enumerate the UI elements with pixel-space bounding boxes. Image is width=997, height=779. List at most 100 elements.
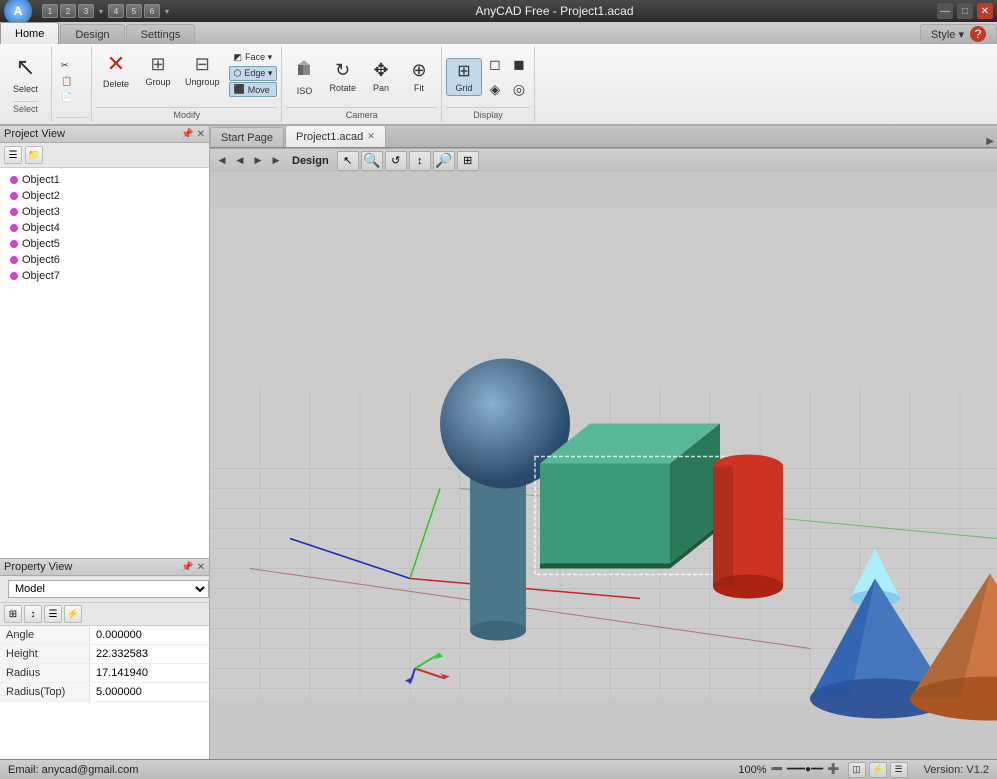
cut-icon: ✂ xyxy=(61,60,69,71)
object3-icon xyxy=(10,208,18,216)
tab-close-icon[interactable]: ✕ xyxy=(367,131,375,142)
prop-value-radius-top[interactable]: 5.000000 xyxy=(90,683,209,701)
project-view-title: Project View xyxy=(4,128,65,140)
prop-tool-4[interactable]: ⚡ xyxy=(64,605,82,623)
style-button[interactable]: Style ▾ ? xyxy=(920,24,997,44)
display-btn-4[interactable]: ◎ xyxy=(508,78,530,101)
property-view-controls: 📌 ✕ xyxy=(181,562,205,573)
object6-icon xyxy=(10,256,18,264)
tree-item-object2[interactable]: Object2 xyxy=(2,188,207,204)
select-button[interactable]: ↖ Select xyxy=(6,48,45,99)
maximize-button[interactable]: □ xyxy=(957,3,973,19)
clipboard-group: ✂ 📋 📄 xyxy=(52,46,92,122)
project-view-panel: Project View 📌 ✕ ☰ 📁 Object1 Object2 xyxy=(0,126,209,559)
tree-item-object3[interactable]: Object3 xyxy=(2,204,207,220)
qa-btn-1[interactable]: 1 xyxy=(42,4,58,18)
object4-icon xyxy=(10,224,18,232)
move-icon: ⬛ xyxy=(234,84,245,95)
project-view-header: Project View 📌 ✕ xyxy=(0,126,209,143)
tabs-scroll-right: ▶ xyxy=(983,136,997,147)
pan-button[interactable]: ✥ Pan xyxy=(363,57,399,96)
display-btn-3[interactable]: ◈ xyxy=(484,78,506,101)
modify-group-label: Modify xyxy=(96,107,277,120)
model-select[interactable]: Model xyxy=(8,580,209,598)
qa-btn-7[interactable]: 6 xyxy=(144,4,160,18)
property-toolbar: ⊞ ↕ ☰ ⚡ xyxy=(0,603,209,626)
group-icon: ⊞ xyxy=(150,54,165,75)
tab-home[interactable]: Home xyxy=(0,22,59,44)
tab-project1[interactable]: Project1.acad ✕ xyxy=(285,125,386,147)
rotate-icon: ↻ xyxy=(335,60,350,81)
paste-button[interactable]: 📄 xyxy=(56,90,77,105)
face-button[interactable]: ◩ Face ▾ xyxy=(229,50,278,65)
zoom-minus-btn[interactable]: ➖ xyxy=(771,764,783,775)
tab-settings[interactable]: Settings xyxy=(126,24,196,44)
prop-tool-3[interactable]: ☰ xyxy=(44,605,62,623)
group-button[interactable]: ⊞ Group xyxy=(138,51,178,90)
status-btn-1[interactable]: ◫ xyxy=(848,762,866,778)
zoom-plus-btn[interactable]: ➕ xyxy=(827,764,839,775)
project-tool-list[interactable]: ☰ xyxy=(4,146,22,164)
tree-item-object1[interactable]: Object1 xyxy=(2,172,207,188)
cut-button[interactable]: ✂ xyxy=(56,58,74,73)
prop-value-radius[interactable]: 17.141940 xyxy=(90,664,209,682)
tree-item-object6[interactable]: Object6 xyxy=(2,252,207,268)
tree-item-object5[interactable]: Object5 xyxy=(2,236,207,252)
face-icon: ◩ xyxy=(234,52,243,63)
select-group: ↖ Select Select xyxy=(0,46,52,122)
property-view-pin[interactable]: 📌 xyxy=(181,562,193,573)
status-right: 100% ➖ ━━━●━━ ➕ ◫ ⚡ ☰ Version: V1.2 xyxy=(738,762,989,778)
status-btn-2[interactable]: ⚡ xyxy=(869,762,887,778)
object1-icon xyxy=(10,176,18,184)
ungroup-button[interactable]: ⊟ Ungroup xyxy=(180,51,225,90)
delete-button[interactable]: ✕ Delete xyxy=(96,48,136,92)
display-btn-1[interactable]: ◻ xyxy=(484,53,506,76)
prop-value-height[interactable]: 22.332583 xyxy=(90,645,209,663)
grid-button[interactable]: ⊞ Grid xyxy=(446,58,482,96)
prop-tool-1[interactable]: ⊞ xyxy=(4,605,22,623)
zoom-controls: 100% ➖ ━━━●━━ ➕ xyxy=(738,764,839,776)
property-view-header: Property View 📌 ✕ xyxy=(0,559,209,576)
prop-tool-2[interactable]: ↕ xyxy=(24,605,42,623)
statusbar: Email: anycad@gmail.com 100% ➖ ━━━●━━ ➕ … xyxy=(0,759,997,779)
camera-group: ISO ↻ Rotate ✥ Pan ⊕ Fit Camera xyxy=(282,46,442,122)
zoom-slider[interactable]: ━━━●━━ xyxy=(787,764,823,775)
tab-start-page[interactable]: Start Page xyxy=(210,127,284,147)
project-view-pin[interactable]: 📌 xyxy=(181,129,193,140)
copy-button[interactable]: 📋 xyxy=(56,74,77,89)
fit-button[interactable]: ⊕ Fit xyxy=(401,57,437,96)
left-panel: Project View 📌 ✕ ☰ 📁 Object1 Object2 xyxy=(0,126,210,759)
project-tool-folder[interactable]: 📁 xyxy=(25,146,43,164)
prop-row-radius: Radius 17.141940 xyxy=(0,664,209,683)
qa-btn-6[interactable]: 5 xyxy=(126,4,142,18)
tree-item-object4[interactable]: Object4 xyxy=(2,220,207,236)
move-button[interactable]: ⬛ Move xyxy=(229,82,278,97)
pan-icon: ✥ xyxy=(373,60,388,81)
qa-btn-5[interactable]: 4 xyxy=(108,4,124,18)
tree-item-object7[interactable]: Object7 xyxy=(2,268,207,284)
titlebar: A 1 2 3 ▾ 4 5 6 ▾ AnyCAD Free - Project1… xyxy=(0,0,997,22)
status-btn-3[interactable]: ☰ xyxy=(890,762,908,778)
qa-btn-3[interactable]: 3 xyxy=(78,4,94,18)
tab-design[interactable]: Design xyxy=(60,24,124,44)
help-icon[interactable]: ? xyxy=(970,26,986,42)
display-btn-2[interactable]: ◼ xyxy=(508,53,530,76)
minimize-button[interactable]: — xyxy=(937,3,953,19)
3d-viewport[interactable]: ◀ ◀ ▶ ▶ Design ↖ 🔍 ↺ ↕ 🔎 ⊞ xyxy=(210,148,997,759)
prop-value-angle[interactable]: 0.000000 xyxy=(90,626,209,644)
tab-scroll-btn[interactable]: ▶ xyxy=(983,136,997,147)
prop-name-radius: Radius xyxy=(0,664,90,682)
qa-btn-8[interactable]: ▾ xyxy=(162,4,172,18)
property-table: Angle 0.000000 Height 22.332583 Radius 1… xyxy=(0,626,209,759)
iso-icon xyxy=(293,57,315,84)
close-button[interactable]: ✕ xyxy=(977,3,993,19)
version-label: Version: V1.2 xyxy=(924,764,989,776)
iso-button[interactable]: ISO xyxy=(286,54,322,99)
qa-btn-2[interactable]: 2 xyxy=(60,4,76,18)
rotate-button[interactable]: ↻ Rotate xyxy=(324,57,361,96)
project-view-close[interactable]: ✕ xyxy=(197,129,205,140)
prop-row-height: Height 22.332583 xyxy=(0,645,209,664)
qa-btn-4[interactable]: ▾ xyxy=(96,4,106,18)
edge-button[interactable]: ⬡ Edge ▾ xyxy=(229,66,278,81)
property-view-close[interactable]: ✕ xyxy=(197,562,205,573)
